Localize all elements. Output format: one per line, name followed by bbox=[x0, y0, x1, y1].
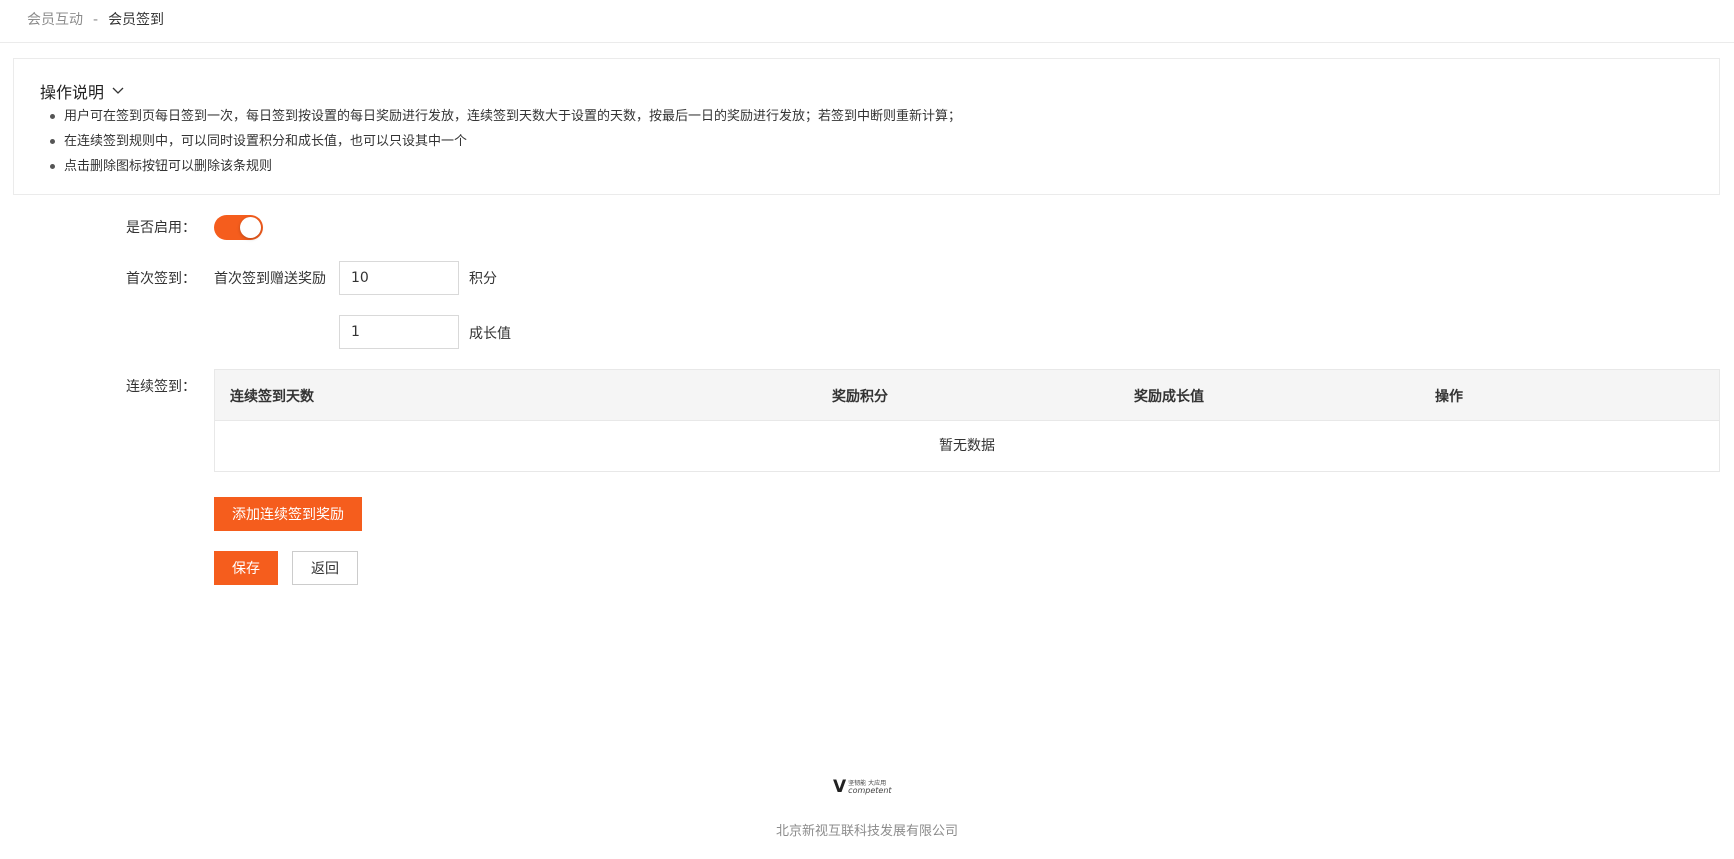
continuous-reward-table: 连续签到天数 奖励积分 奖励成长值 操作 暂无数据 bbox=[214, 369, 1720, 472]
chevron-down-icon bbox=[112, 87, 124, 95]
points-input[interactable] bbox=[339, 261, 459, 295]
growth-unit: 成长值 bbox=[469, 326, 511, 342]
help-title: 操作说明 bbox=[40, 83, 105, 102]
column-header-days: 连续签到天数 bbox=[230, 389, 314, 405]
save-button[interactable]: 保存 bbox=[214, 551, 278, 585]
help-list: 用户可在签到页每日签到一次，每日签到按设置的每日奖励进行发放，连续签到天数大于设… bbox=[49, 107, 961, 182]
column-header-points: 奖励积分 bbox=[832, 389, 888, 405]
help-item: 用户可在签到页每日签到一次，每日签到按设置的每日奖励进行发放，连续签到天数大于设… bbox=[49, 107, 961, 132]
help-toggle[interactable]: 操作说明 bbox=[40, 79, 124, 103]
help-panel: 操作说明 用户可在签到页每日签到一次，每日签到按设置的每日奖励进行发放，连续签到… bbox=[13, 58, 1720, 195]
points-unit: 积分 bbox=[469, 271, 497, 287]
company-logo: V 坚韧能 大应用 competent bbox=[833, 777, 901, 797]
column-header-growth: 奖励成长值 bbox=[1134, 389, 1204, 405]
breadcrumb-parent-link[interactable]: 会员互动 bbox=[27, 12, 83, 28]
first-signin-label: 首次签到： bbox=[126, 271, 196, 287]
growth-input[interactable] bbox=[339, 315, 459, 349]
table-empty-state: 暂无数据 bbox=[939, 438, 995, 454]
table-header: 连续签到天数 奖励积分 奖励成长值 操作 bbox=[215, 370, 1719, 421]
back-button[interactable]: 返回 bbox=[292, 551, 358, 585]
logo-mark: V bbox=[833, 777, 846, 797]
logo-line2: competent bbox=[848, 786, 892, 795]
breadcrumb-separator: - bbox=[93, 12, 99, 28]
continuous-signin-label: 连续签到： bbox=[126, 379, 196, 395]
column-header-action: 操作 bbox=[1435, 389, 1463, 405]
enable-toggle[interactable] bbox=[214, 215, 263, 240]
footer-company-name: 北京新视互联科技发展有限公司 bbox=[775, 824, 958, 839]
breadcrumb: 会员互动 - 会员签到 bbox=[0, 0, 1734, 43]
breadcrumb-current: 会员签到 bbox=[108, 12, 165, 28]
enable-label: 是否启用： bbox=[126, 220, 196, 236]
help-item: 点击删除图标按钮可以删除该条规则 bbox=[49, 157, 961, 182]
help-item: 在连续签到规则中，可以同时设置积分和成长值，也可以只设其中一个 bbox=[49, 132, 961, 157]
first-signin-text: 首次签到赠送奖励 bbox=[214, 271, 326, 287]
toggle-knob bbox=[240, 217, 261, 238]
add-continuous-reward-button[interactable]: 添加连续签到奖励 bbox=[214, 497, 362, 531]
